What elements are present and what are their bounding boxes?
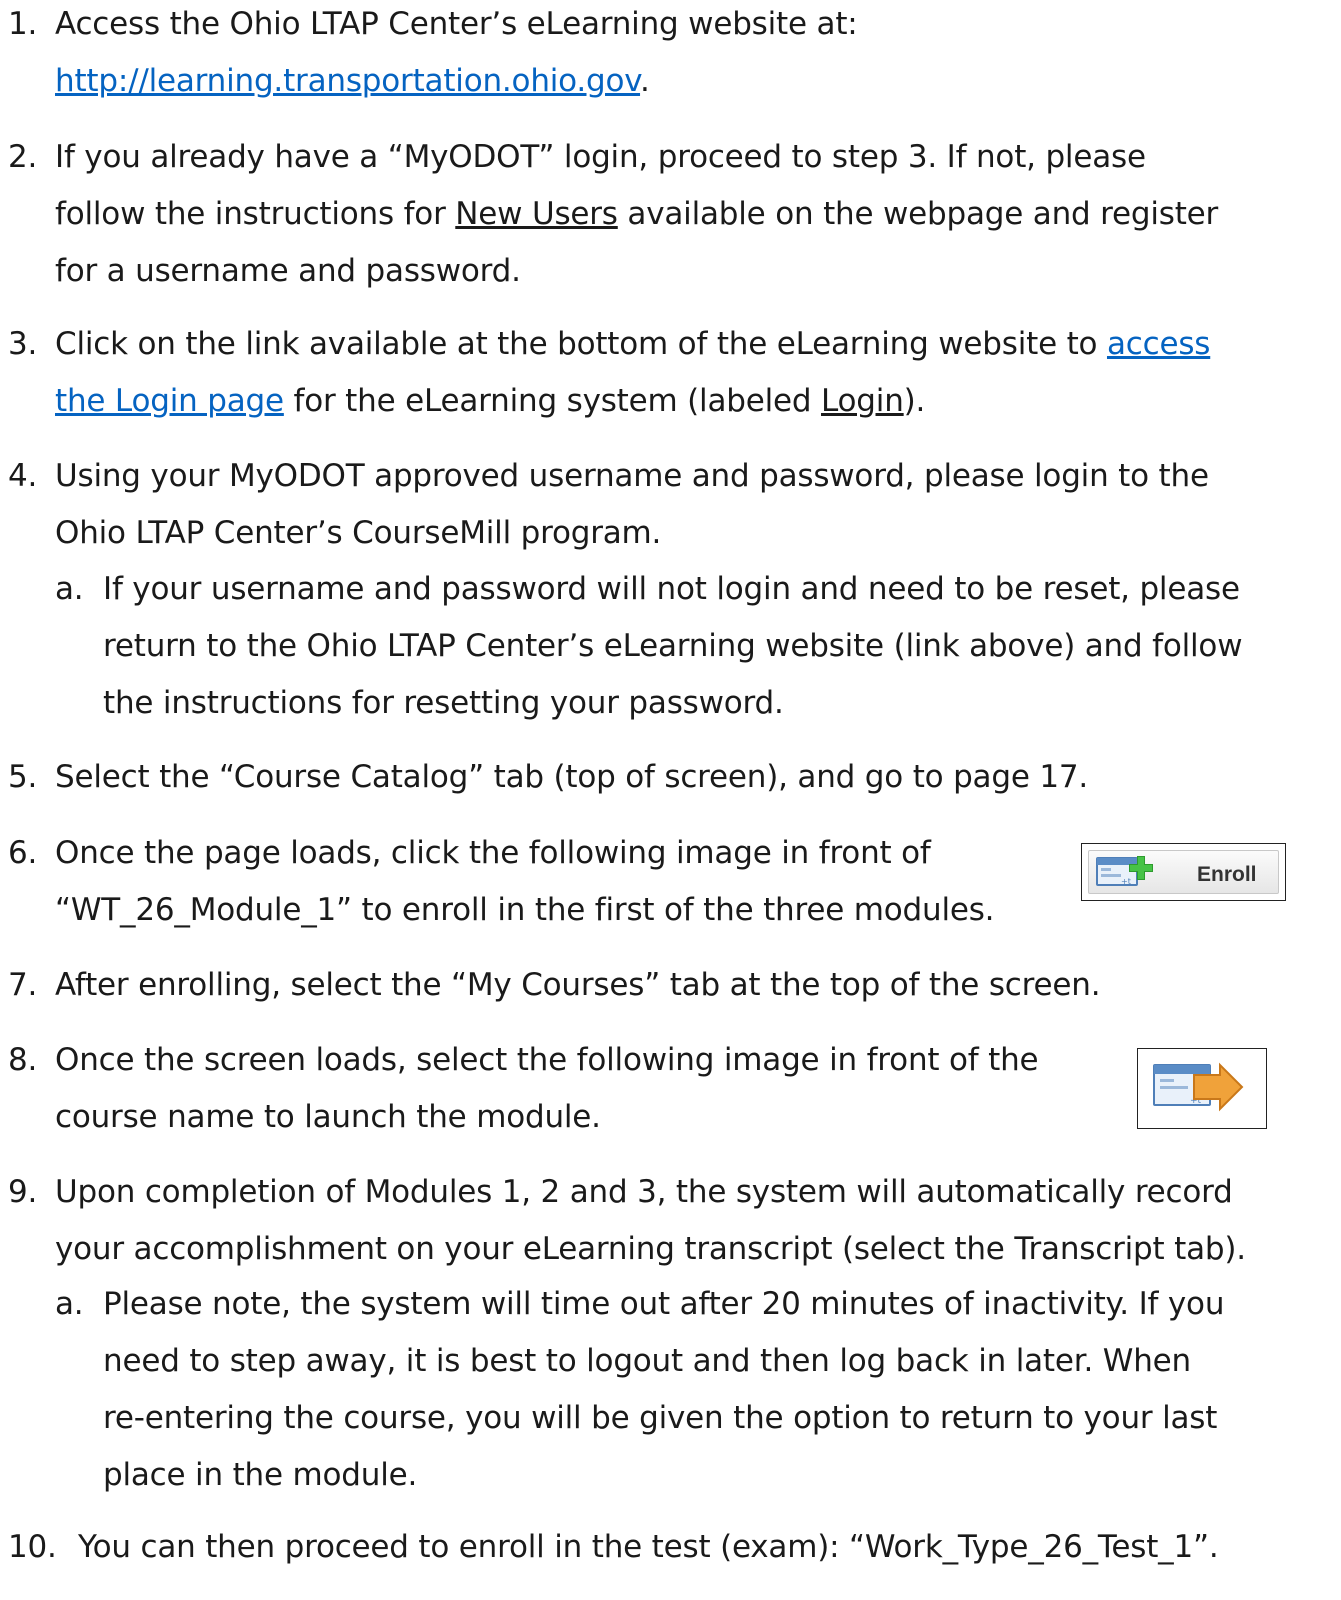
step-number: 2. <box>8 139 38 175</box>
step-number: 8. <box>8 1042 38 1078</box>
step-number: 1. <box>8 6 38 42</box>
step-text: If you already have a “MyODOT” login, pr… <box>55 139 1146 175</box>
enroll-label: Enroll <box>1197 863 1257 886</box>
step-number: 9. <box>8 1174 38 1210</box>
launch-arrow-icon: +t <box>1153 1062 1244 1112</box>
step-text: Access the Ohio LTAP Center’s eLearning … <box>55 6 858 42</box>
step-number: 3. <box>8 326 38 362</box>
sub-step-letter: a. <box>55 571 84 607</box>
launch-button-image: +t <box>1137 1048 1267 1129</box>
login-label: Login <box>821 383 904 419</box>
step-number: 7. <box>8 967 38 1003</box>
access-login-link[interactable]: access <box>1107 326 1210 362</box>
new-users-link[interactable]: New Users <box>455 196 618 232</box>
step-number: 6. <box>8 835 38 871</box>
enroll-plus-icon: +t <box>1096 856 1153 886</box>
sub-step-letter: a. <box>55 1286 84 1322</box>
access-login-link-continued[interactable]: the Login page <box>55 383 284 419</box>
step-number: 5. <box>8 759 38 795</box>
step-number: 4. <box>8 458 38 494</box>
enroll-button-image: +t Enroll <box>1081 843 1286 901</box>
instructions-document: 1. Access the Ohio LTAP Center’s eLearni… <box>0 0 1341 1600</box>
step-number: 10. <box>8 1529 57 1565</box>
svg-text:+t: +t <box>1121 877 1131 886</box>
elearning-website-link[interactable]: http://learning.transportation.ohio.gov <box>55 63 640 99</box>
